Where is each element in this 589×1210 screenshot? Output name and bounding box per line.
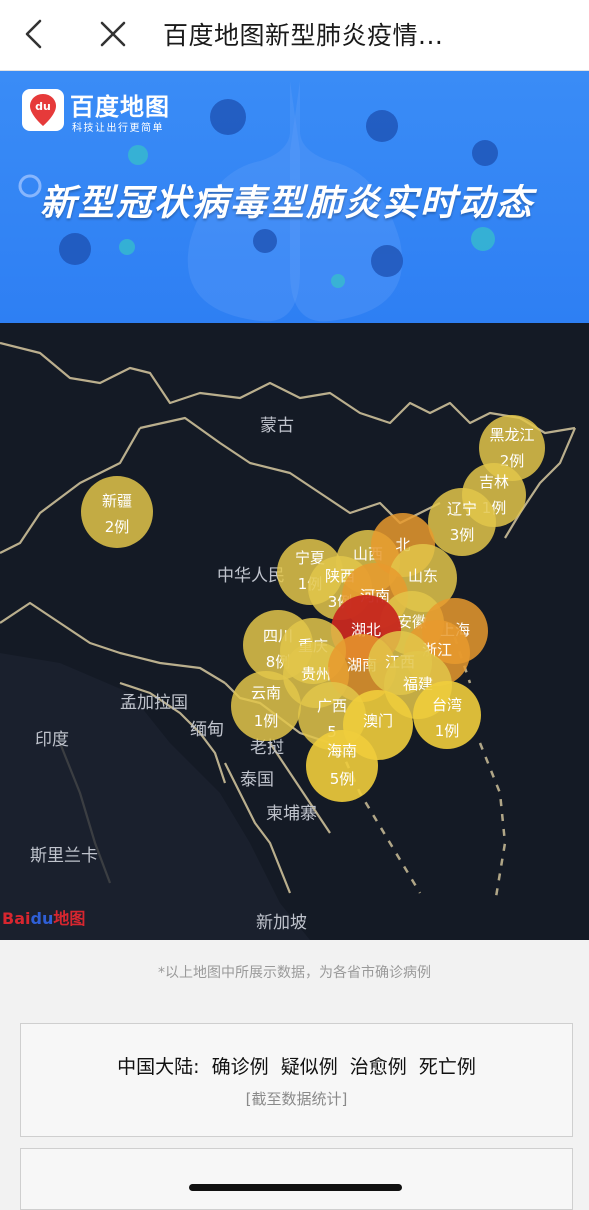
country-label-china: 中华人民 (217, 566, 285, 586)
country-label-india: 印度 (35, 730, 69, 750)
bubble-liaoning[interactable]: 辽宁 3例 (428, 488, 496, 556)
svg-text:1例: 1例 (435, 722, 460, 740)
svg-text:新疆: 新疆 (102, 492, 132, 510)
bubble-xinjiang[interactable]: 新疆 2例 (81, 476, 153, 548)
brand-name: 百度地图 (70, 93, 170, 121)
summary-stats: 中国大陆: 确诊例 疑似例 治愈例 死亡例 (21, 1052, 572, 1079)
svg-text:贵州: 贵州 (301, 665, 331, 683)
brand-slogan: 科技让出行更简单 (72, 123, 164, 134)
home-indicator[interactable] (189, 1184, 402, 1191)
svg-text:吉林: 吉林 (479, 473, 509, 491)
svg-text:5例: 5例 (330, 770, 355, 788)
svg-text:云南: 云南 (251, 684, 281, 702)
map-canvas: 蒙古 中华人民 印度 孟加拉国 缅甸 老挝 泰国 柬埔寨 斯里兰卡 新加坡 黑龙… (0, 341, 577, 940)
svg-text:2例: 2例 (105, 518, 130, 536)
svg-text:3例: 3例 (450, 526, 475, 544)
country-label-sri-lanka: 斯里兰卡 (30, 846, 98, 866)
country-label-bangladesh: 孟加拉国 (120, 693, 188, 713)
svg-text:du: du (35, 100, 51, 113)
summary-card: 中国大陆: 确诊例 疑似例 治愈例 死亡例 [截至数据统计] (20, 1023, 573, 1137)
suspected-count: 疑似例 (280, 1056, 338, 1078)
page-title: 百度地图新型肺炎疫情... (163, 21, 444, 50)
chevron-left-icon[interactable] (18, 17, 52, 51)
bubble-taiwan[interactable]: 台湾 1例 (413, 681, 481, 749)
country-label-singapore: 新加坡 (256, 913, 307, 933)
svg-text:广西: 广西 (317, 697, 347, 715)
header-banner: du 百度地图 科技让出行更简单 新型冠状病毒型肺炎实时动态 (0, 71, 589, 323)
svg-text:1例: 1例 (254, 712, 279, 730)
country-label-laos: 老挝 (250, 738, 284, 758)
svg-text:海南: 海南 (327, 742, 357, 760)
svg-text:山东: 山东 (408, 567, 438, 585)
country-label-myanmar: 缅甸 (190, 720, 224, 740)
close-icon[interactable] (96, 17, 130, 51)
navigation-bar: 百度地图新型肺炎疫情... (0, 0, 589, 71)
epidemic-map[interactable]: 蒙古 中华人民 印度 孟加拉国 缅甸 老挝 泰国 柬埔寨 斯里兰卡 新加坡 黑龙… (0, 323, 589, 940)
recovered-count: 治愈例 (349, 1056, 407, 1078)
map-pin-icon: du (30, 94, 56, 126)
map-footnote: *以上地图中所展示数据，为各省市确诊病例 (158, 965, 431, 981)
country-label-thailand: 泰国 (240, 770, 274, 790)
confirmed-count: 确诊例 (211, 1056, 269, 1078)
svg-text:黑龙江: 黑龙江 (489, 426, 534, 444)
bubble-hainan[interactable]: 海南 5例 (306, 730, 378, 802)
svg-text:辽宁: 辽宁 (447, 500, 477, 518)
svg-text:台湾: 台湾 (432, 696, 462, 714)
secondary-card (20, 1148, 573, 1210)
svg-text:澳门: 澳门 (363, 712, 393, 730)
country-label-cambodia: 柬埔寨 (266, 804, 317, 824)
bubble-yunnan[interactable]: 云南 1例 (231, 671, 301, 741)
deaths-count: 死亡例 (418, 1056, 476, 1078)
banner-headline: 新型冠状病毒型肺炎实时动态 (40, 183, 535, 224)
baidu-map-logo: du (22, 89, 64, 131)
data-as-of: [截至数据统计] (245, 1090, 348, 1108)
country-label-mongolia: 蒙古 (260, 416, 294, 436)
region-label: 中国大陆: (117, 1056, 200, 1078)
baidu-watermark: Baidu地图 (2, 909, 86, 928)
